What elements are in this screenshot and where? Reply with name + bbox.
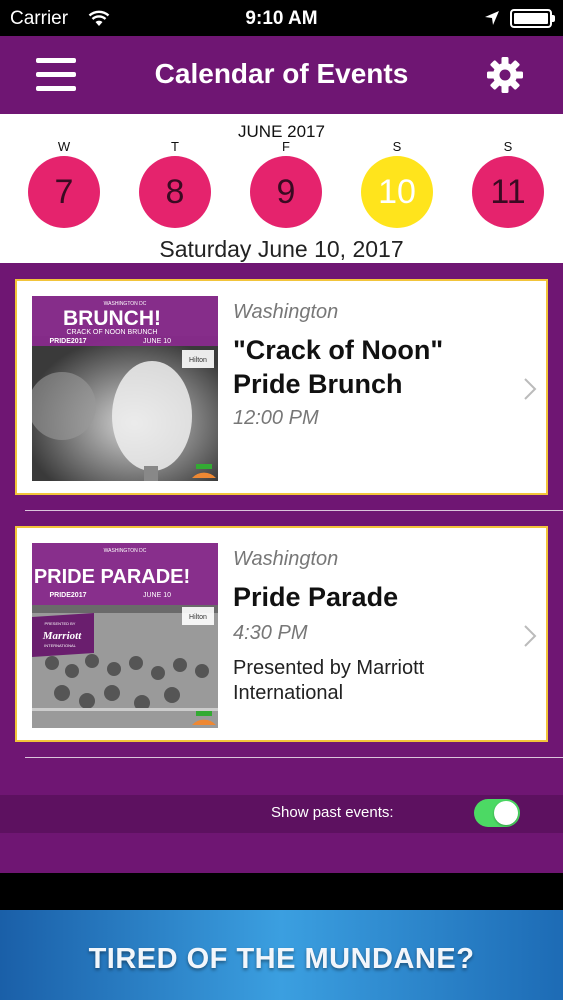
event-presenter: Presented by Marriott International: [233, 657, 425, 704]
location-arrow-icon: [485, 11, 499, 25]
day-column: T 8: [137, 140, 213, 234]
show-past-events-toggle[interactable]: [474, 799, 520, 827]
thumb-top-text: WASHINGTON DC: [104, 548, 147, 554]
thumb-headline: PRIDE PARADE!: [34, 566, 190, 588]
page-title: Calendar of Events: [154, 58, 409, 89]
toggle-knob: [494, 801, 518, 825]
day-column: S 10: [359, 140, 435, 234]
selected-date-label: Saturday June 10, 2017: [159, 236, 404, 262]
day-of-week-label: T: [171, 139, 179, 154]
thumb-sponsor: Hilton: [189, 614, 207, 621]
thumb-pride-label: PRIDE2017: [50, 592, 87, 599]
thumb-headline: BRUNCH!: [63, 307, 161, 330]
date-picker-strip: JUNE 2017 W 7 T 8 F 9 S 10 S 11 Saturday…: [0, 114, 563, 263]
event-time: 4:30 PM: [233, 622, 308, 644]
chevron-right-icon: [524, 625, 537, 647]
event-time: 12:00 PM: [233, 407, 319, 429]
status-bar: Carrier 9:10 AM: [0, 0, 563, 36]
event-thumbnail: WASHINGTON DC PRIDE PARADE! PRIDE2017 JU…: [32, 543, 218, 728]
event-city: Washington: [233, 301, 339, 323]
day-button[interactable]: 7: [28, 156, 100, 228]
day-column: S 11: [470, 140, 546, 234]
event-card[interactable]: WASHINGTON DC BRUNCH! CRACK OF NOON BRUN…: [15, 279, 548, 495]
event-city: Washington: [233, 548, 339, 570]
show-past-events-row: Show past events:: [0, 795, 563, 833]
thumb-sponsor: Hilton: [189, 357, 207, 364]
gear-icon[interactable]: [486, 56, 524, 94]
thumb-brand-sub: INTERNATIONAL: [44, 643, 76, 648]
navigation-bar: Calendar of Events: [0, 36, 563, 114]
thumb-presented-by: PRESENTED BY: [45, 621, 76, 626]
day-of-week-label: F: [282, 139, 290, 154]
show-past-events-label: Show past events:: [271, 804, 394, 821]
ad-headline: TIRED OF THE MUNDANE?: [88, 943, 475, 975]
day-of-week-label: S: [503, 139, 513, 154]
event-title: "Crack of Noon" Pride Brunch: [233, 335, 444, 399]
thumb-pride-label: PRIDE2017: [50, 338, 87, 345]
clock: 9:10 AM: [245, 8, 318, 29]
day-of-week-label: W: [57, 139, 71, 154]
list-divider: [25, 510, 563, 511]
day-button-selected[interactable]: 10: [361, 156, 433, 228]
thumb-date: JUNE 10: [143, 338, 171, 345]
ad-banner[interactable]: TIRED OF THE MUNDANE?: [0, 910, 563, 1000]
battery-icon: [510, 9, 555, 28]
event-card[interactable]: WASHINGTON DC PRIDE PARADE! PRIDE2017 JU…: [15, 526, 548, 742]
day-button[interactable]: 8: [139, 156, 211, 228]
event-thumbnail: WASHINGTON DC BRUNCH! CRACK OF NOON BRUN…: [32, 296, 218, 481]
day-of-week-label: S: [392, 139, 402, 154]
thumb-brand: Marriott: [42, 630, 82, 642]
list-divider: [25, 757, 563, 758]
event-title: Pride Parade: [233, 582, 399, 612]
thumb-subtitle: CRACK OF NOON BRUNCH: [66, 329, 157, 336]
chevron-right-icon: [524, 378, 537, 400]
day-column: F 9: [248, 140, 324, 234]
events-list: WASHINGTON DC BRUNCH! CRACK OF NOON BRUN…: [0, 263, 563, 873]
thumb-date: JUNE 10: [143, 592, 171, 599]
day-button[interactable]: 11: [472, 156, 544, 228]
day-button[interactable]: 9: [250, 156, 322, 228]
day-column: W 7: [26, 140, 102, 234]
